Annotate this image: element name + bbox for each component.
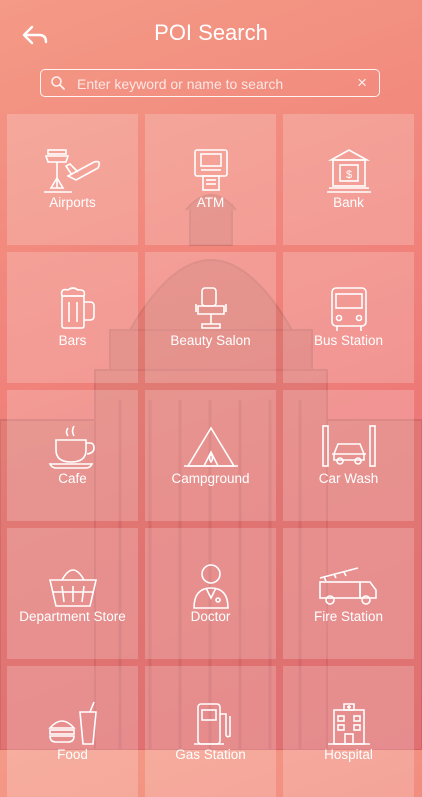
coffee-cup-icon	[48, 425, 95, 469]
category-doctor[interactable]: Doctor	[145, 528, 276, 659]
search-icon	[51, 76, 65, 90]
category-label: ATM	[196, 195, 225, 210]
category-car-wash[interactable]: Car Wash	[283, 390, 414, 521]
fast-food-icon	[48, 701, 97, 745]
category-label: Doctor	[190, 609, 231, 624]
category-label: Department Store	[19, 609, 126, 624]
search-input[interactable]	[75, 72, 349, 96]
category-bars[interactable]: Bars	[7, 252, 138, 383]
page-title: POI Search	[154, 20, 268, 45]
search-bar: ×	[40, 69, 380, 97]
category-beauty-salon[interactable]: Beauty Salon	[145, 252, 276, 383]
category-campground[interactable]: Campground	[145, 390, 276, 521]
category-label: Bus Station	[313, 333, 384, 348]
category-label: Bars	[58, 333, 87, 348]
category-bus-station[interactable]: Bus Station	[283, 252, 414, 383]
category-label: Airports	[49, 195, 96, 210]
fire-truck-icon	[319, 567, 377, 605]
fuel-pump-icon	[194, 703, 231, 745]
beer-mug-icon	[60, 287, 95, 329]
tent-icon	[184, 426, 238, 467]
category-atm[interactable]: ATM	[145, 114, 276, 245]
category-label: Fire Station	[313, 609, 384, 624]
category-department-store[interactable]: Department Store	[7, 528, 138, 659]
shopping-basket-icon	[48, 569, 98, 607]
category-label: Bank	[333, 195, 364, 210]
category-fire-station[interactable]: Fire Station	[283, 528, 414, 659]
category-label: Campground	[171, 471, 250, 486]
category-food[interactable]: Food	[7, 666, 138, 797]
bus-icon	[331, 287, 367, 331]
airport-icon	[44, 149, 101, 193]
category-label: Car Wash	[318, 471, 379, 486]
category-gas-station[interactable]: Gas Station	[145, 666, 276, 797]
category-label: Gas Station	[175, 747, 246, 762]
category-label: Beauty Salon	[170, 333, 251, 348]
header: POI Search	[0, 0, 422, 68]
salon-chair-icon	[195, 287, 227, 329]
car-wash-icon	[322, 425, 376, 467]
category-label: Hospital	[324, 747, 373, 762]
atm-icon	[194, 149, 228, 191]
category-bank[interactable]: $ Bank	[283, 114, 414, 245]
doctor-icon	[193, 564, 229, 609]
bank-icon: $	[327, 149, 371, 193]
category-cafe[interactable]: Cafe	[7, 390, 138, 521]
category-label: Cafe	[58, 471, 87, 486]
clear-icon[interactable]: ×	[357, 73, 367, 93]
svg-text:$: $	[346, 169, 352, 181]
category-airports[interactable]: Airports	[7, 114, 138, 245]
hospital-icon	[328, 703, 370, 745]
category-hospital[interactable]: Hospital	[283, 666, 414, 797]
category-label: Food	[57, 747, 88, 762]
